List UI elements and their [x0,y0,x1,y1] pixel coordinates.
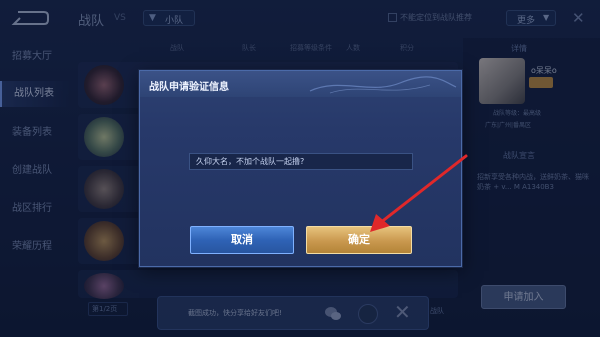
annotation-arrow-icon [370,154,468,232]
